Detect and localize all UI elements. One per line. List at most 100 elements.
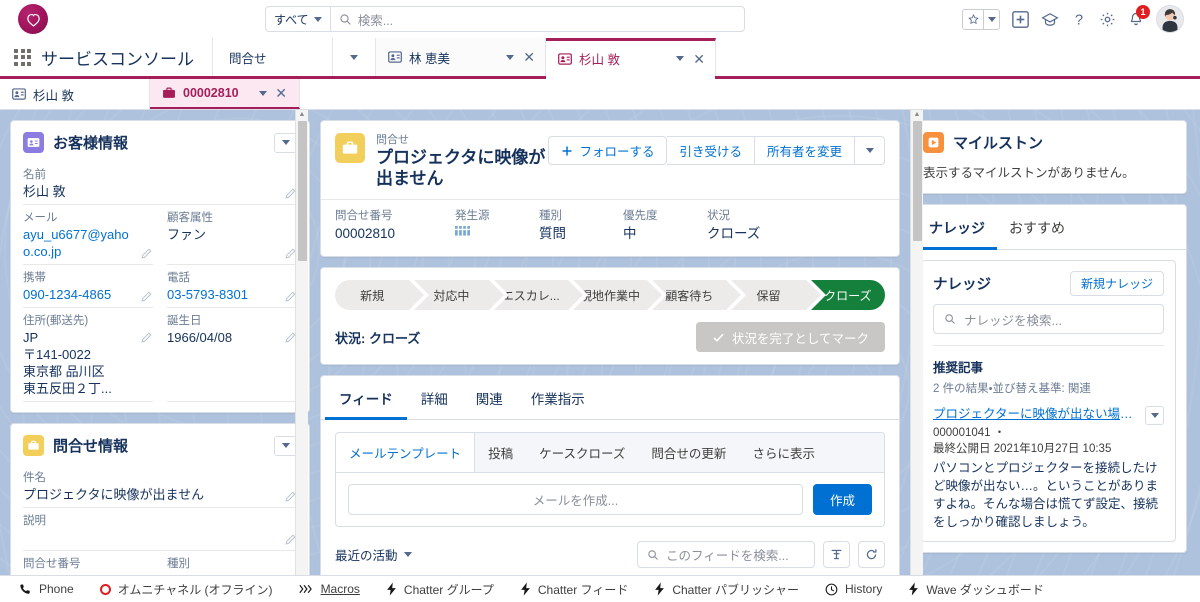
workspace-tab-close-icon[interactable]: ✕ — [693, 52, 705, 66]
status-path: 新規 対応中 エスカレ... 現地作業中 顧客待ち 保留 クローズ — [335, 280, 885, 310]
right-panel-scrollbar[interactable]: ▲ — [910, 110, 923, 575]
feed-sort-selector[interactable]: 最近の活動 — [335, 545, 412, 564]
mark-status-complete-button[interactable]: 状況を完了としてマーク — [695, 322, 885, 352]
workspace-tab-chevron-down-icon[interactable] — [676, 56, 685, 61]
avatar[interactable] — [1156, 5, 1184, 33]
follow-button[interactable]: フォローする — [548, 136, 668, 165]
sub-tab-case-00002810[interactable]: 00002810 ✕ — [150, 79, 300, 109]
change-owner-button[interactable]: 所有者を変更 — [754, 136, 855, 165]
sub-tab-chevron-down-icon[interactable] — [259, 90, 268, 96]
record-header-card: 問合せ プロジェクタに映像が出ません フォローする 引き受ける 所有者を変更 問… — [320, 120, 900, 257]
case-info-menu-chevron-down-icon[interactable] — [274, 435, 297, 456]
nav-overflow-chevron-down-icon[interactable] — [332, 38, 376, 76]
publisher-tab-email-template[interactable]: メールテンプレート — [336, 433, 476, 472]
tab-recommendations[interactable]: おすすめ — [997, 205, 1077, 250]
chevron-down-icon — [313, 16, 322, 22]
utility-item-chatter-publisher[interactable]: Chatter パブリッシャー — [641, 576, 812, 602]
field-value[interactable]: 03-5793-8301 — [167, 286, 297, 303]
workspace-tab-close-icon[interactable]: ✕ — [523, 50, 535, 64]
workspace-tab-hayashi[interactable]: 林 恵美 ✕ — [376, 38, 546, 76]
scrollbar-thumb[interactable] — [912, 121, 922, 241]
knowledge-card: ナレッジ おすすめ ナレッジ 新規ナレッジ ナレッジを検索... 推奨記事 2 … — [910, 204, 1187, 553]
new-knowledge-button[interactable]: 新規ナレッジ — [1069, 271, 1164, 296]
notification-badge: 1 — [1136, 4, 1150, 19]
app-name: サービスコンソール — [41, 49, 194, 69]
tab-feed[interactable]: フィード — [325, 376, 407, 420]
case-info-fields: 件名 プロジェクタに映像が出ません 説明 問合せ番号 種別 — [11, 465, 309, 575]
utility-item-label: Macros — [320, 582, 360, 596]
feed-search-input[interactable]: このフィードを検索... — [637, 541, 815, 568]
learning-hat-icon[interactable] — [1041, 11, 1059, 28]
record-object-label: 問合せ — [376, 134, 409, 146]
check-icon — [713, 333, 724, 342]
knowledge-section-title: 推奨記事 — [933, 361, 984, 375]
knowledge-search-input[interactable]: ナレッジを検索... — [933, 304, 1164, 334]
utility-item-phone[interactable]: Phone — [6, 576, 87, 602]
sub-tab-close-icon[interactable]: ✕ — [275, 86, 287, 100]
utility-item-label: History — [845, 582, 883, 596]
nav-item-cases[interactable]: 問合せ — [212, 38, 332, 76]
field-value — [23, 529, 297, 546]
favorites-star-icon[interactable] — [963, 9, 984, 29]
field-value: ファン — [167, 227, 207, 242]
feed-refresh-button[interactable] — [858, 541, 885, 568]
field-label: 顧客属性 — [167, 212, 213, 224]
sub-tab-sugiyama[interactable]: 杉山 敦 — [0, 79, 150, 109]
search-icon — [648, 549, 658, 560]
publisher-tab-post[interactable]: 投稿 — [475, 433, 526, 472]
field-row: 件名 プロジェクタに映像が出ません — [23, 465, 297, 508]
customer-info-menu-chevron-down-icon[interactable] — [274, 132, 297, 153]
search-input[interactable]: 検索... — [358, 10, 393, 29]
left-panel-scrollbar[interactable]: ▲ — [295, 110, 308, 575]
utility-item-macros[interactable]: Macros — [286, 576, 373, 602]
help-question-icon[interactable]: ? — [1071, 11, 1087, 27]
tab-knowledge[interactable]: ナレッジ — [917, 205, 997, 250]
utility-item-chatter-groups[interactable]: Chatter グループ — [373, 576, 507, 602]
publisher-tab-case-close[interactable]: ケースクローズ — [526, 433, 638, 472]
lightning-icon — [655, 582, 665, 596]
edit-pencil-icon[interactable] — [141, 291, 152, 302]
path-step-new[interactable]: 新規 — [335, 280, 430, 310]
lightning-icon — [387, 582, 396, 596]
svg-text:?: ? — [1075, 12, 1083, 27]
workspace-tab-sugiyama[interactable]: 杉山 敦 ✕ — [546, 38, 716, 79]
header-icon-group: ? 1 — [962, 4, 1192, 33]
compose-email-input[interactable]: メールを作成... — [348, 484, 803, 515]
accept-button[interactable]: 引き受ける — [667, 136, 755, 165]
tab-details[interactable]: 詳細 — [407, 376, 462, 420]
workspace-tab-chevron-down-icon[interactable] — [506, 54, 515, 60]
compose-create-button[interactable]: 作成 — [812, 484, 872, 515]
tab-related[interactable]: 関連 — [462, 376, 517, 420]
edit-pencil-icon[interactable] — [141, 248, 152, 259]
global-search-box[interactable]: すべて 検索... — [265, 6, 745, 32]
publisher-tab-more[interactable]: さらに表示 — [739, 433, 828, 472]
favorites-chevron-down-icon[interactable] — [984, 10, 999, 29]
utility-item-history[interactable]: History — [812, 576, 895, 602]
setup-gear-icon[interactable] — [1099, 11, 1116, 28]
knowledge-panel: ナレッジ 新規ナレッジ ナレッジを検索... 推奨記事 2 件の結果・並び替え基… — [921, 260, 1176, 542]
edit-pencil-icon[interactable] — [141, 332, 152, 343]
publisher-tab-case-update[interactable]: 問合せの更新 — [638, 433, 739, 472]
feed-filter-button[interactable] — [823, 541, 850, 568]
heart-logo-icon[interactable] — [18, 4, 48, 34]
article-title-link[interactable]: プロジェクターに映像が出ない場合... — [933, 406, 1139, 423]
article-menu-chevron-down-icon[interactable] — [1145, 406, 1164, 425]
utility-item-omni-channel[interactable]: オムニチャネル (オフライン) — [87, 576, 286, 602]
favorites-group[interactable] — [962, 8, 1000, 30]
tab-work-orders[interactable]: 作業指示 — [517, 376, 599, 420]
record-more-actions-button[interactable] — [855, 136, 885, 165]
scroll-up-icon[interactable]: ▲ — [914, 110, 921, 121]
utility-item-wave-dashboard[interactable]: Wave ダッシュボード — [895, 576, 1057, 602]
search-scope-selector[interactable]: すべて — [266, 7, 331, 31]
utility-item-chatter-feed[interactable]: Chatter フィード — [507, 576, 641, 602]
utility-item-label: Chatter パブリッシャー — [672, 582, 800, 597]
meta-label: 種別 — [539, 210, 562, 222]
field-value[interactable]: 090-1234-4865 — [23, 286, 153, 303]
scroll-up-icon[interactable]: ▲ — [299, 110, 306, 121]
scrollbar-thumb[interactable] — [297, 121, 307, 261]
field-value[interactable]: ayu_u6677@yahoo.co.jp — [23, 226, 153, 260]
add-plus-icon[interactable] — [1012, 10, 1029, 28]
path-step-label: 対応中 — [433, 288, 470, 303]
notifications-bell-icon[interactable]: 1 — [1128, 4, 1150, 28]
app-launcher-button[interactable] — [0, 38, 41, 76]
